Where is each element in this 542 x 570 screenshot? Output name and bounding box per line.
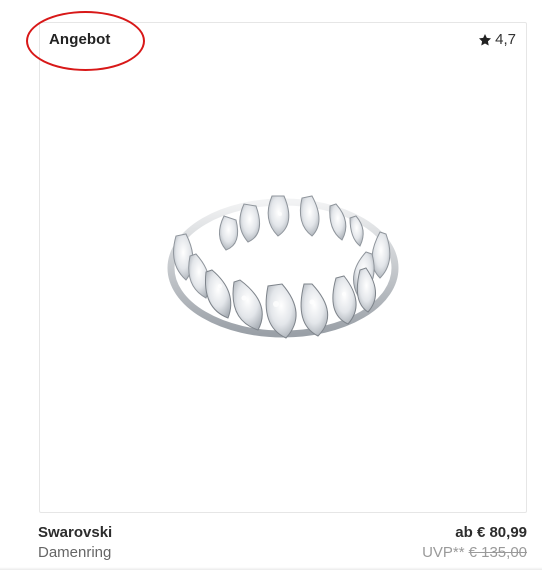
product-brand[interactable]: Swarovski: [38, 524, 112, 542]
old-price: € 135,00: [468, 544, 527, 561]
sale-price: ab € 80,99: [455, 524, 527, 541]
product-image[interactable]: [164, 186, 402, 344]
rating-value: 4,7: [495, 31, 516, 48]
product-info: Swarovski Damenring ab € 80,99 UVP** € 1…: [38, 524, 527, 562]
product-type: Damenring: [38, 544, 112, 561]
product-rating: 4,7: [478, 31, 516, 48]
star-icon: [478, 33, 492, 47]
uvp-row: UVP** € 135,00: [422, 544, 527, 562]
offer-badge: Angebot: [49, 31, 111, 48]
uvp-label: UVP**: [422, 544, 465, 561]
